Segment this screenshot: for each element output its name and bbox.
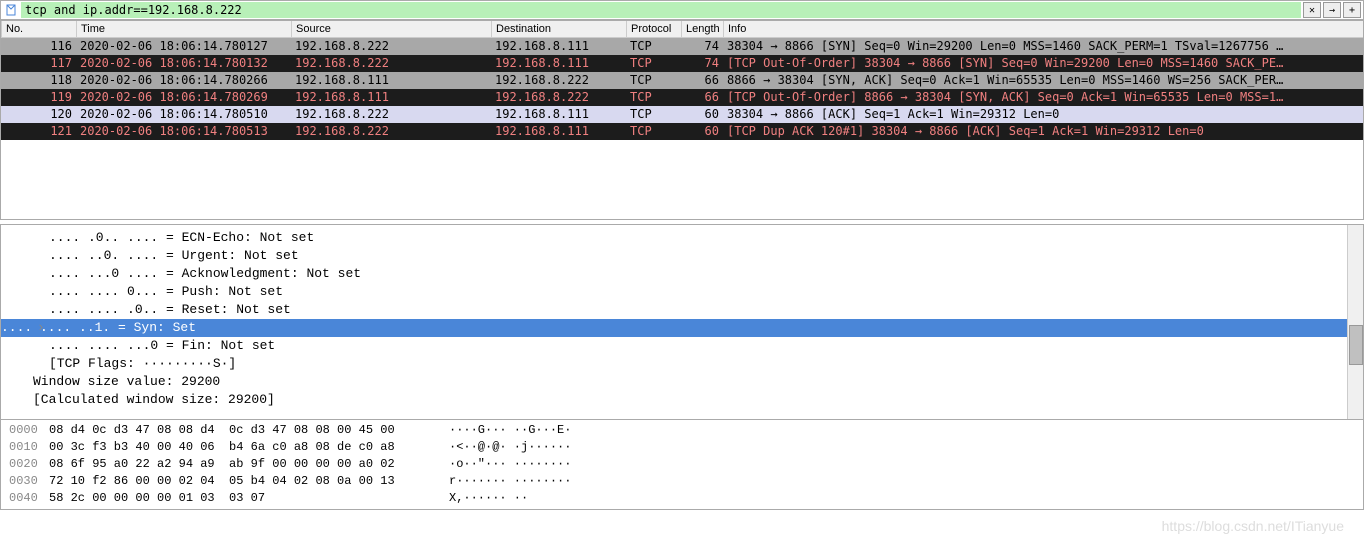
- filter-bar: ✕ → +: [0, 0, 1364, 20]
- watermark: https://blog.csdn.net/ITianyue: [1162, 518, 1344, 534]
- bookmark-icon[interactable]: [3, 2, 19, 18]
- col-header-length[interactable]: Length: [681, 21, 723, 37]
- packet-row[interactable]: 1172020-02-06 18:06:14.780132192.168.8.2…: [1, 55, 1363, 72]
- filter-add-button[interactable]: +: [1343, 2, 1361, 18]
- col-header-info[interactable]: Info: [723, 21, 1363, 37]
- tree-line[interactable]: [Calculated window size: 29200]: [33, 391, 1363, 409]
- tree-line[interactable]: .... ...0 .... = Acknowledgment: Not set: [49, 265, 1363, 283]
- col-header-protocol[interactable]: Protocol: [626, 21, 681, 37]
- tree-line[interactable]: .... ..0. .... = Urgent: Not set: [49, 247, 1363, 265]
- col-header-time[interactable]: Time: [76, 21, 291, 37]
- col-header-destination[interactable]: Destination: [491, 21, 626, 37]
- tree-line[interactable]: [TCP Flags: ·········S·]: [49, 355, 1363, 373]
- packet-list-header: No. Time Source Destination Protocol Len…: [1, 21, 1363, 38]
- hex-row[interactable]: 004058 2c 00 00 00 00 01 03 03 07X,·····…: [9, 490, 1355, 507]
- col-header-no[interactable]: No.: [1, 21, 76, 37]
- packet-list-pane: No. Time Source Destination Protocol Len…: [0, 20, 1364, 220]
- hex-row[interactable]: 001000 3c f3 b3 40 00 40 06 b4 6a c0 a8 …: [9, 439, 1355, 456]
- hex-row[interactable]: 000008 d4 0c d3 47 08 08 d4 0c d3 47 08 …: [9, 422, 1355, 439]
- packet-details-pane: .... .0.. .... = ECN-Echo: Not set.... .…: [0, 224, 1364, 420]
- display-filter-input[interactable]: [21, 2, 1301, 18]
- filter-clear-button[interactable]: ✕: [1303, 2, 1321, 18]
- tree-line[interactable]: .... .... ...0 = Fin: Not set: [49, 337, 1363, 355]
- packet-row[interactable]: 1202020-02-06 18:06:14.780510192.168.8.2…: [1, 106, 1363, 123]
- filter-apply-button[interactable]: →: [1323, 2, 1341, 18]
- tree-line[interactable]: Window size value: 29200: [33, 373, 1363, 391]
- packet-bytes-pane[interactable]: 000008 d4 0c d3 47 08 08 d4 0c d3 47 08 …: [0, 420, 1364, 510]
- packet-row[interactable]: 1212020-02-06 18:06:14.780513192.168.8.2…: [1, 123, 1363, 140]
- tree-line[interactable]: .... .... ..1. = Syn: Set: [1, 319, 1363, 337]
- scroll-thumb[interactable]: [1349, 325, 1363, 365]
- scrollbar[interactable]: [1347, 225, 1363, 419]
- packet-row[interactable]: 1192020-02-06 18:06:14.780269192.168.8.1…: [1, 89, 1363, 106]
- hex-row[interactable]: 002008 6f 95 a0 22 a2 94 a9 ab 9f 00 00 …: [9, 456, 1355, 473]
- hex-row[interactable]: 003072 10 f2 86 00 00 02 04 05 b4 04 02 …: [9, 473, 1355, 490]
- packet-row[interactable]: 1162020-02-06 18:06:14.780127192.168.8.2…: [1, 38, 1363, 55]
- packet-rows: 1162020-02-06 18:06:14.780127192.168.8.2…: [1, 38, 1363, 140]
- tree-line[interactable]: .... .... .0.. = Reset: Not set: [49, 301, 1363, 319]
- tree-line[interactable]: .... .0.. .... = ECN-Echo: Not set: [49, 229, 1363, 247]
- col-header-source[interactable]: Source: [291, 21, 491, 37]
- packet-details-tree[interactable]: .... .0.. .... = ECN-Echo: Not set.... .…: [1, 225, 1363, 413]
- tree-line[interactable]: .... .... 0... = Push: Not set: [49, 283, 1363, 301]
- packet-row[interactable]: 1182020-02-06 18:06:14.780266192.168.8.1…: [1, 72, 1363, 89]
